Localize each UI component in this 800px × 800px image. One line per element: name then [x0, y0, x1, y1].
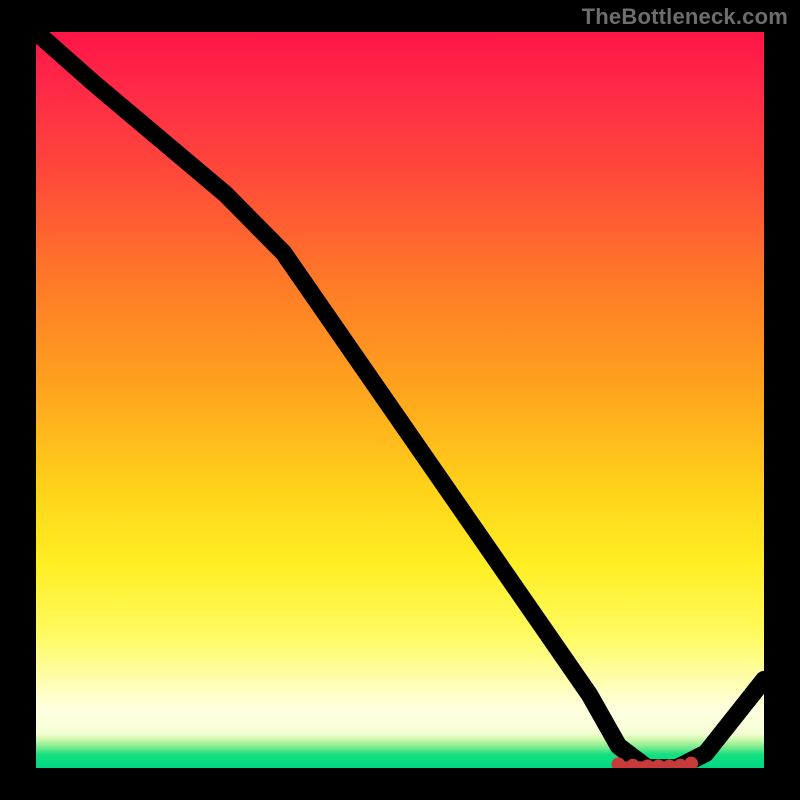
- chart-frame: TheBottleneck.com: [0, 0, 800, 800]
- marker-pill: [614, 761, 696, 768]
- plot-area: [36, 32, 764, 768]
- marker-dot: [611, 757, 625, 768]
- marker-dot: [652, 760, 666, 768]
- marker-group: [611, 757, 698, 768]
- marker-dot: [626, 759, 640, 768]
- curve-svg: [36, 32, 764, 768]
- marker-dot: [662, 760, 676, 768]
- main-curve: [36, 32, 764, 768]
- marker-dot: [641, 760, 655, 768]
- attribution-text: TheBottleneck.com: [582, 4, 788, 30]
- marker-dot: [684, 757, 698, 768]
- marker-dot: [673, 759, 687, 768]
